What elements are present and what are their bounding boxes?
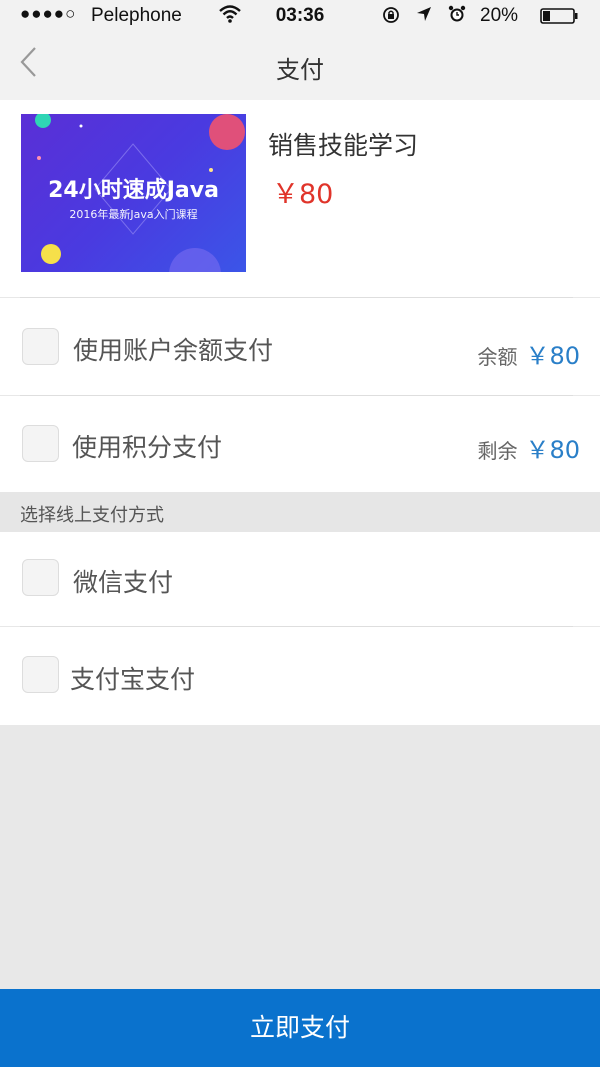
points-checkbox[interactable] [22, 425, 59, 462]
balance-info: 余额 ￥80 [477, 336, 580, 371]
online-payment-section-header: 选择线上支付方式 [0, 492, 600, 532]
alipay-option[interactable]: 支付宝支付 [0, 627, 600, 725]
points-info: 剩余 ￥80 [477, 430, 580, 465]
product-name: 销售技能学习 [268, 131, 419, 160]
battery-icon [540, 8, 578, 24]
status-bar: ●●●●○ Pelephone 03:36 20% [0, 0, 600, 32]
battery-percentage: 20% [480, 5, 519, 26]
navigation-bar: 支付 [0, 32, 600, 100]
pay-now-button[interactable]: 立即支付 [0, 989, 600, 1067]
balance-checkbox[interactable] [22, 328, 59, 365]
balance-option-label: 使用账户余额支付 [73, 336, 274, 365]
wechat-pay-label: 微信支付 [73, 568, 174, 597]
points-remaining-amount: ￥80 [525, 436, 580, 464]
points-remaining-label: 剩余 [477, 439, 518, 463]
page-title: 支付 [276, 56, 324, 84]
points-option-label: 使用积分支付 [72, 433, 223, 462]
alipay-checkbox[interactable] [22, 656, 59, 693]
balance-payment-option[interactable]: 使用账户余额支付 余额 ￥80 [0, 298, 600, 395]
wechat-pay-option[interactable]: 微信支付 [0, 532, 600, 626]
alarm-clock-icon [448, 5, 466, 22]
wechat-pay-checkbox[interactable] [22, 559, 59, 596]
product-price: ￥80 [272, 179, 334, 210]
course-thumbnail[interactable]: 24小时速成Java 2016年最新Java入门课程 [21, 114, 246, 272]
product-card: 24小时速成Java 2016年最新Java入门课程 销售技能学习 ￥80 [0, 100, 600, 297]
location-arrow-icon [417, 7, 431, 21]
section-header-label: 选择线上支付方式 [20, 505, 164, 526]
rotation-lock-icon [383, 7, 399, 23]
thumbnail-title: 24小时速成Java [48, 178, 219, 203]
thumbnail-subtitle: 2016年最新Java入门课程 [69, 208, 198, 221]
balance-amount: ￥80 [525, 342, 580, 370]
points-payment-option[interactable]: 使用积分支付 剩余 ￥80 [0, 396, 600, 492]
balance-label: 余额 [477, 345, 518, 369]
alipay-label: 支付宝支付 [70, 665, 196, 694]
